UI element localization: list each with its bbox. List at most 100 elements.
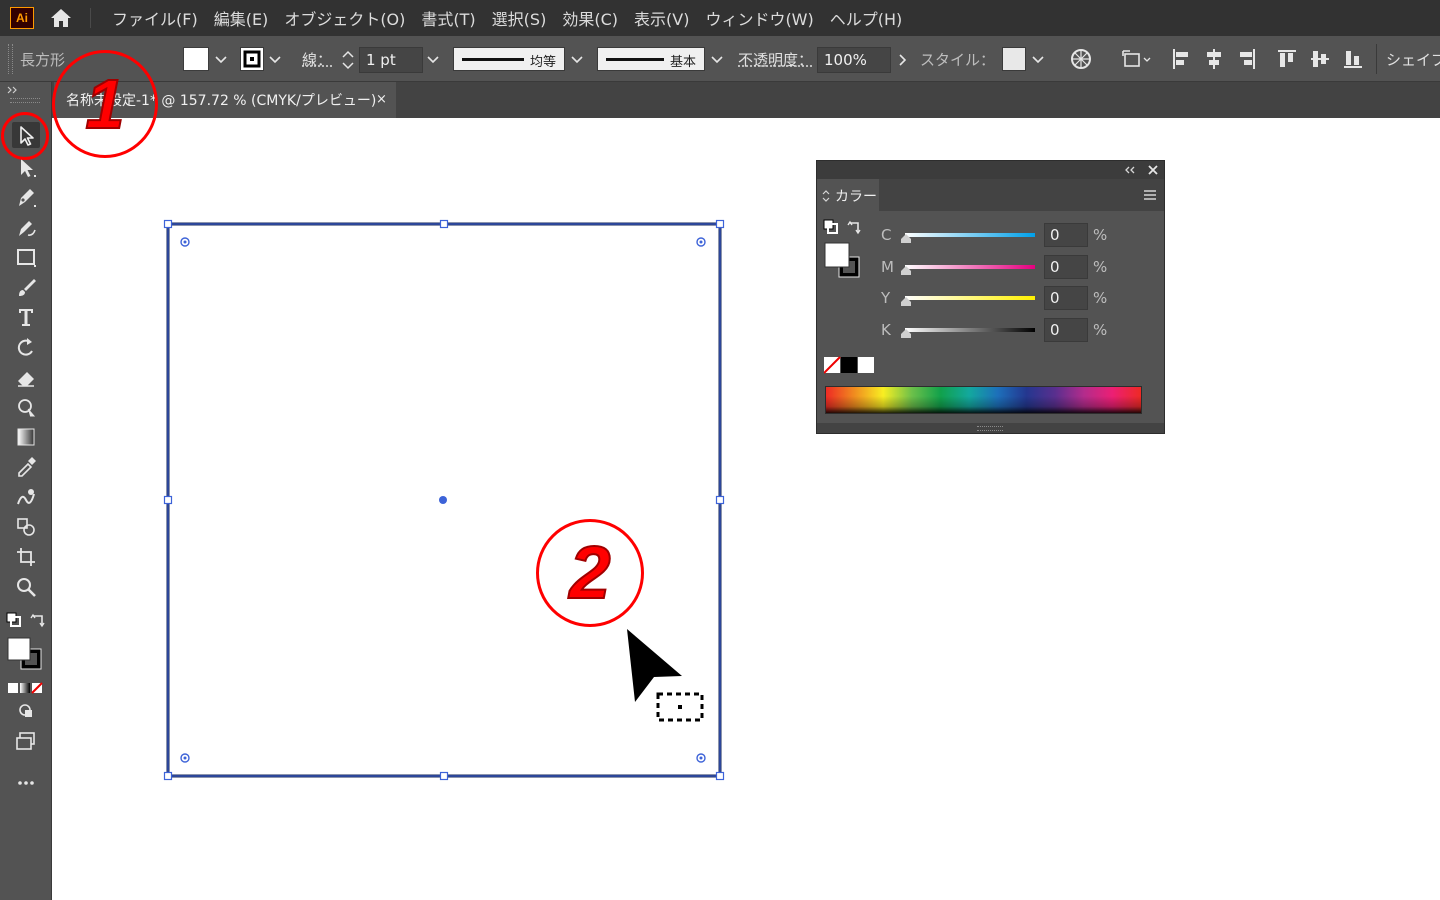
menu-items: ファイル(F) 編集(E) オブジェクト(O) 書式(T) 選択(S) 効果(C… bbox=[104, 0, 910, 36]
drawing-modes-icon[interactable] bbox=[12, 698, 40, 724]
cyan-slider-thumb[interactable] bbox=[900, 234, 912, 244]
menu-help[interactable]: ヘルプ(H) bbox=[822, 6, 911, 30]
profile-dropdown-chevron-icon[interactable] bbox=[568, 47, 586, 71]
yellow-slider-thumb[interactable] bbox=[900, 297, 912, 307]
cyan-unit: % bbox=[1093, 226, 1108, 244]
color-tab[interactable]: カラー bbox=[817, 179, 879, 211]
style-dropdown-chevron-icon[interactable] bbox=[1029, 47, 1047, 71]
menu-select[interactable]: 選択(S) bbox=[484, 6, 555, 30]
stroke-weight-dropdown-chevron-icon[interactable] bbox=[424, 47, 442, 73]
stroke-label[interactable]: 線： bbox=[302, 49, 332, 70]
style-label: スタイル： bbox=[920, 51, 996, 69]
panel-default-colors-icon[interactable] bbox=[823, 219, 839, 235]
symbol-sprayer-tool-icon[interactable] bbox=[12, 514, 40, 540]
menu-effect[interactable]: 効果(C) bbox=[554, 6, 626, 30]
panel-swap-fill-stroke-icon[interactable] bbox=[847, 219, 863, 235]
color-spectrum[interactable] bbox=[825, 386, 1142, 414]
eraser-tool-icon[interactable] bbox=[12, 364, 40, 390]
type-tool-icon[interactable] bbox=[12, 304, 40, 330]
none-swatch[interactable] bbox=[824, 356, 841, 374]
pen-tool-icon[interactable] bbox=[12, 184, 40, 210]
tab-options-icon bbox=[822, 189, 830, 203]
home-icon[interactable] bbox=[48, 6, 74, 30]
menu-view[interactable]: 表示(V) bbox=[626, 6, 697, 30]
white-swatch[interactable] bbox=[858, 356, 875, 374]
magenta-slider[interactable] bbox=[905, 265, 1035, 269]
fill-dropdown-chevron-icon[interactable] bbox=[212, 47, 230, 71]
close-panel-icon[interactable] bbox=[1147, 164, 1159, 176]
eyedropper-tool-icon[interactable] bbox=[12, 454, 40, 480]
profile-line-preview bbox=[462, 58, 524, 61]
black-label: K bbox=[881, 321, 891, 339]
brush-label: 基本 bbox=[670, 55, 697, 70]
default-colors-icon[interactable] bbox=[6, 612, 22, 628]
menu-object[interactable]: オブジェクト(O) bbox=[276, 6, 413, 30]
toolbar-grip[interactable] bbox=[10, 98, 40, 103]
fill-swatch[interactable] bbox=[183, 47, 209, 71]
color-tab-label: カラー bbox=[835, 189, 877, 205]
fill-stroke-swatch[interactable] bbox=[6, 636, 44, 672]
stroke-dropdown-chevron-icon[interactable] bbox=[266, 47, 284, 71]
menu-bar: Ai ファイル(F) 編集(E) オブジェクト(O) 書式(T) 選択(S) 効… bbox=[0, 0, 1440, 36]
zoom-tool-icon[interactable] bbox=[12, 574, 40, 600]
brush-definition[interactable]: 基本 bbox=[597, 47, 705, 71]
rectangle-tool-icon[interactable] bbox=[12, 244, 40, 270]
control-bar-grip[interactable] bbox=[8, 44, 13, 74]
menu-file[interactable]: ファイル(F) bbox=[104, 6, 206, 30]
close-icon[interactable]: × bbox=[376, 92, 387, 107]
opacity-label[interactable]: 不透明度： bbox=[738, 49, 813, 70]
selection-cursor-icon bbox=[620, 624, 712, 728]
profile-label: 均等 bbox=[530, 55, 557, 70]
black-slider-thumb[interactable] bbox=[900, 329, 912, 339]
shape-label[interactable]: シェイプ bbox=[1386, 49, 1440, 70]
menu-window[interactable]: ウィンドウ(W) bbox=[697, 6, 821, 30]
rotate-tool-icon[interactable] bbox=[12, 334, 40, 360]
align-top-icon[interactable] bbox=[1276, 47, 1298, 71]
cyan-input[interactable]: 0 bbox=[1044, 223, 1088, 247]
blend-tool-icon[interactable] bbox=[12, 484, 40, 510]
align-left-icon[interactable] bbox=[1170, 47, 1192, 71]
cyan-slider[interactable] bbox=[905, 233, 1035, 237]
align-right-icon[interactable] bbox=[1236, 47, 1258, 71]
opacity-input[interactable]: 100% bbox=[817, 47, 891, 73]
align-bottom-icon[interactable] bbox=[1342, 47, 1364, 71]
black-swatch[interactable] bbox=[841, 356, 858, 374]
panel-menu-icon[interactable] bbox=[1143, 189, 1157, 201]
color-none-gradient-modes-icon[interactable] bbox=[8, 682, 44, 694]
selection-tool-highlight-circle bbox=[1, 112, 49, 160]
stroke-swatch[interactable] bbox=[240, 47, 264, 71]
black-slider[interactable] bbox=[905, 328, 1035, 332]
annotation-number-2: 2 bbox=[568, 531, 611, 614]
free-transform-tool-icon[interactable] bbox=[12, 394, 40, 420]
expand-toolbar-icon[interactable] bbox=[6, 86, 20, 94]
magenta-slider-thumb[interactable] bbox=[900, 266, 912, 276]
variable-width-profile[interactable]: 均等 bbox=[453, 47, 565, 71]
screen-mode-icon[interactable] bbox=[12, 728, 40, 754]
opacity-arrow-icon[interactable] bbox=[893, 47, 911, 73]
gradient-tool-icon[interactable] bbox=[12, 424, 40, 450]
edit-toolbar-more-icon[interactable] bbox=[12, 770, 40, 796]
brush-dropdown-chevron-icon[interactable] bbox=[708, 47, 726, 71]
paintbrush-tool-icon[interactable] bbox=[12, 274, 40, 300]
transform-icon[interactable] bbox=[1120, 46, 1154, 72]
panel-fill-stroke-swatch[interactable] bbox=[823, 241, 863, 281]
artboard-tool-icon[interactable] bbox=[12, 544, 40, 570]
curvature-tool-icon[interactable] bbox=[12, 214, 40, 240]
black-input[interactable]: 0 bbox=[1044, 318, 1088, 342]
illustrator-logo: Ai bbox=[10, 7, 34, 29]
yellow-slider[interactable] bbox=[905, 296, 1035, 300]
menu-edit[interactable]: 編集(E) bbox=[206, 6, 277, 30]
graphic-style-swatch[interactable] bbox=[1002, 47, 1026, 71]
stroke-weight-stepper-icon[interactable] bbox=[339, 46, 357, 74]
recolor-artwork-icon[interactable] bbox=[1069, 47, 1093, 71]
color-panel-titlebar[interactable] bbox=[817, 161, 1164, 179]
align-vertical-center-icon[interactable] bbox=[1309, 47, 1331, 71]
menu-type[interactable]: 書式(T) bbox=[413, 6, 483, 30]
align-horizontal-center-icon[interactable] bbox=[1203, 47, 1225, 71]
magenta-input[interactable]: 0 bbox=[1044, 255, 1088, 279]
stroke-weight-input[interactable]: 1 pt bbox=[359, 47, 423, 73]
swap-fill-stroke-icon[interactable] bbox=[30, 612, 48, 628]
panel-resize-bar[interactable] bbox=[817, 423, 1164, 433]
yellow-input[interactable]: 0 bbox=[1044, 286, 1088, 310]
collapse-panel-icon[interactable] bbox=[1123, 165, 1137, 175]
